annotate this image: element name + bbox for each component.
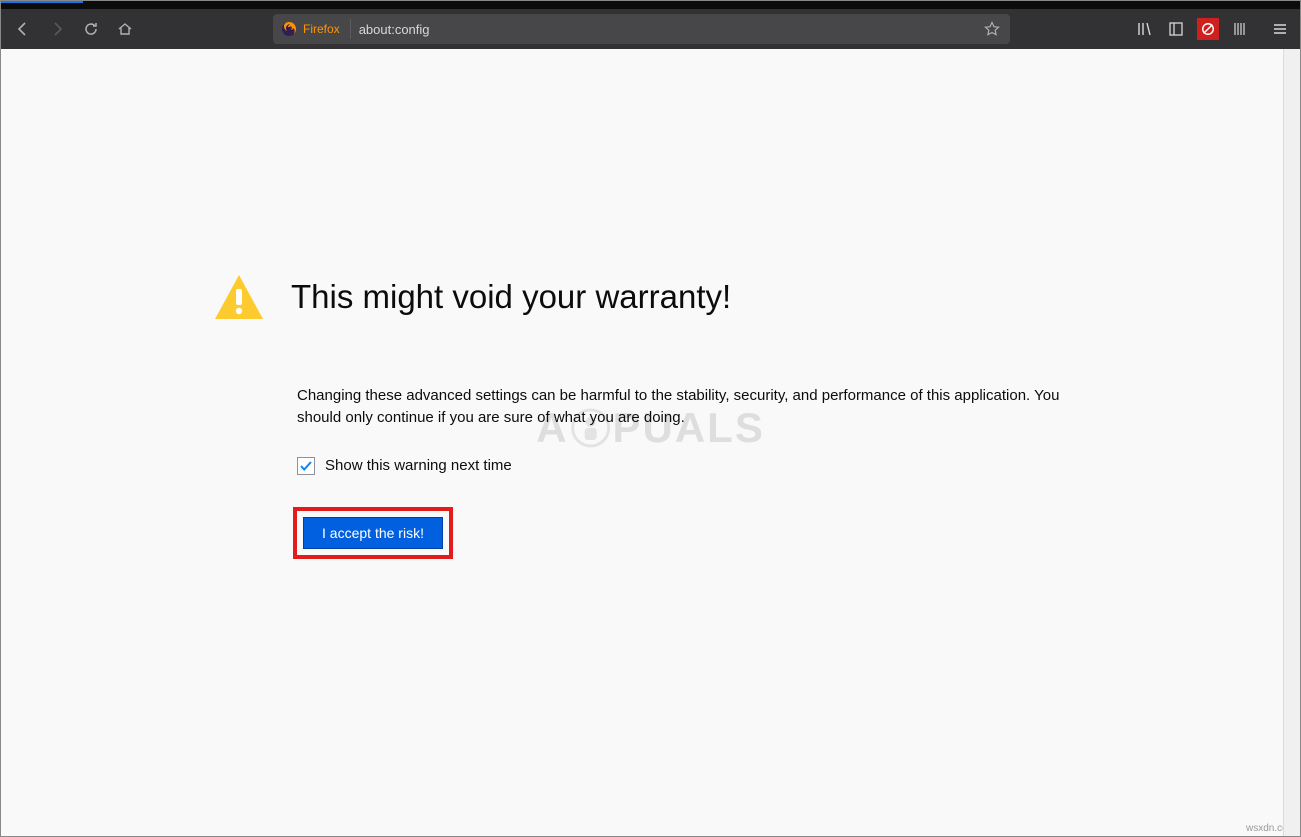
active-tab-indicator	[1, 1, 83, 3]
library-button[interactable]	[1130, 15, 1158, 43]
star-icon	[984, 21, 1000, 37]
home-icon	[117, 21, 133, 37]
warning-container: This might void your warranty! Changing …	[213, 273, 1083, 559]
checkmark-icon	[299, 459, 313, 473]
back-button[interactable]	[7, 13, 39, 45]
reload-button[interactable]	[75, 13, 107, 45]
content-area: A PUALS This might void your warranty! C…	[1, 49, 1300, 836]
library-icon	[1136, 21, 1152, 37]
warning-title: This might void your warranty!	[291, 278, 731, 316]
noscript-icon	[1201, 22, 1215, 36]
arrow-left-icon	[15, 21, 31, 37]
site-identity[interactable]: Firefox	[281, 19, 351, 39]
identity-label: Firefox	[303, 22, 340, 36]
home-button[interactable]	[109, 13, 141, 45]
address-bar[interactable]: Firefox about:config	[273, 14, 1010, 44]
noscript-button[interactable]	[1194, 15, 1222, 43]
warning-description: Changing these advanced settings can be …	[297, 385, 1083, 429]
arrow-right-icon	[49, 21, 65, 37]
navigation-toolbar: Firefox about:config	[1, 9, 1300, 49]
show-warning-checkbox[interactable]	[297, 457, 315, 475]
grid-button[interactable]	[1226, 15, 1254, 43]
bookmark-star-button[interactable]	[982, 19, 1002, 39]
reload-icon	[83, 21, 99, 37]
sidebar-button[interactable]	[1162, 15, 1190, 43]
vertical-scrollbar[interactable]	[1283, 49, 1300, 836]
grid-icon	[1232, 21, 1248, 37]
accept-risk-button[interactable]: I accept the risk!	[303, 517, 443, 549]
app-menu-button[interactable]	[1266, 15, 1294, 43]
forward-button	[41, 13, 73, 45]
warning-triangle-icon	[213, 273, 265, 321]
show-warning-label: Show this warning next time	[325, 457, 512, 474]
firefox-icon	[281, 21, 297, 37]
sidebar-icon	[1168, 21, 1184, 37]
toolbar-right-group	[1020, 15, 1294, 43]
accept-button-highlight: I accept the risk!	[293, 507, 453, 559]
hamburger-icon	[1272, 21, 1288, 37]
url-text: about:config	[359, 22, 974, 37]
tab-strip[interactable]	[1, 1, 1300, 9]
